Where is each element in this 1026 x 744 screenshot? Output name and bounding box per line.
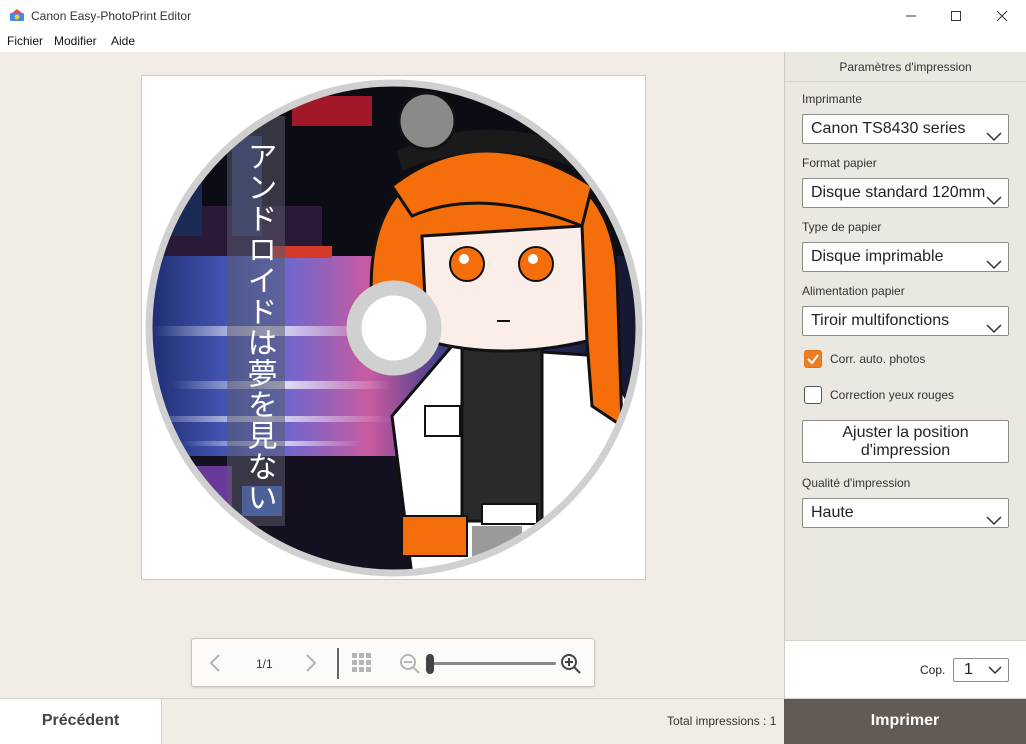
paper-type-label: Type de papier <box>802 220 882 234</box>
red-eye-label: Correction yeux rouges <box>830 388 955 402</box>
auto-correct-label: Corr. auto. photos <box>830 352 926 366</box>
paper-source-label: Alimentation papier <box>802 284 905 298</box>
page-indicator: 1/1 <box>256 657 273 671</box>
quality-select-value: Haute <box>811 504 854 521</box>
paper-size-select-value: Disque standard 120mm <box>811 184 986 201</box>
checkmark-icon <box>807 354 819 365</box>
menu-file[interactable]: Fichier <box>7 34 43 48</box>
zoom-slider-track[interactable] <box>430 662 556 665</box>
chevron-left-icon[interactable] <box>208 653 222 673</box>
footer-bar: Précédent Total impressions : 1 Imprimer <box>0 698 1026 744</box>
minimize-button[interactable] <box>888 0 934 31</box>
disc-label-image[interactable]: アンドロイドは夢を見ない <box>142 76 647 581</box>
print-settings-panel: Paramètres d'impression Imprimante Canon… <box>784 52 1026 699</box>
panel-header: Paramètres d'impression <box>785 52 1026 82</box>
disc-vertical-text: アンドロイドは夢を見ない <box>242 141 277 513</box>
menu-edit[interactable]: Modifier <box>54 34 97 48</box>
close-button[interactable] <box>979 0 1025 31</box>
chevron-down-icon <box>986 132 1002 142</box>
print-preview-page: アンドロイドは夢を見ない <box>141 75 646 580</box>
adjust-button-line1: Ajuster la position <box>842 424 969 441</box>
auto-correct-checkbox[interactable] <box>804 350 822 368</box>
zoom-slider-thumb[interactable] <box>426 654 434 674</box>
grid-view-icon[interactable] <box>352 653 372 673</box>
paper-type-select-value: Disque imprimable <box>811 248 944 265</box>
copies-select[interactable]: 1 <box>953 658 1009 682</box>
previous-button[interactable]: Précédent <box>0 699 162 744</box>
quality-select[interactable]: Haute <box>802 498 1009 528</box>
menu-help[interactable]: Aide <box>111 34 135 48</box>
maximize-button[interactable] <box>933 0 979 31</box>
copies-area: Cop. 1 <box>784 640 1026 699</box>
printer-select-value: Canon TS8430 series <box>811 120 966 137</box>
paper-size-label: Format papier <box>802 156 877 170</box>
printer-select[interactable]: Canon TS8430 series <box>802 114 1009 144</box>
chevron-down-icon <box>986 260 1002 270</box>
chevron-down-icon <box>986 324 1002 334</box>
adjust-button-line2: d'impression <box>860 442 951 459</box>
red-eye-checkbox[interactable] <box>804 386 822 404</box>
window-title: Canon Easy-PhotoPrint Editor <box>31 9 192 23</box>
adjust-print-position-button[interactable]: Ajuster la position d'impression <box>802 420 1009 463</box>
printer-label: Imprimante <box>802 92 863 106</box>
chevron-down-icon <box>988 666 1002 675</box>
paper-type-select[interactable]: Disque imprimable <box>802 242 1009 272</box>
paper-size-select[interactable]: Disque standard 120mm <box>802 178 1009 208</box>
chevron-right-icon[interactable] <box>304 653 318 673</box>
chevron-down-icon <box>986 516 1002 526</box>
zoom-out-icon[interactable] <box>399 653 421 675</box>
chevron-down-icon <box>986 196 1002 206</box>
print-button[interactable]: Imprimer <box>784 699 1026 744</box>
maximize-icon <box>951 10 961 21</box>
close-icon <box>996 10 1008 21</box>
toolbar-divider <box>337 648 339 679</box>
quality-label: Qualité d'impression <box>802 476 911 490</box>
paper-source-select-value: Tiroir multifonctions <box>811 312 950 329</box>
copies-label: Cop. <box>920 663 946 677</box>
paper-source-select[interactable]: Tiroir multifonctions <box>802 306 1009 336</box>
menu-bar: Fichier Modifier Aide <box>0 31 1026 52</box>
total-prints-label: Total impressions : 1 <box>667 714 777 728</box>
copies-value: 1 <box>964 661 973 678</box>
title-bar: Canon Easy-PhotoPrint Editor <box>0 0 1026 31</box>
app-logo-icon <box>10 9 24 21</box>
minimize-icon <box>906 15 916 16</box>
zoom-in-icon[interactable] <box>560 653 582 675</box>
preview-toolbar: 1/1 <box>191 638 595 687</box>
